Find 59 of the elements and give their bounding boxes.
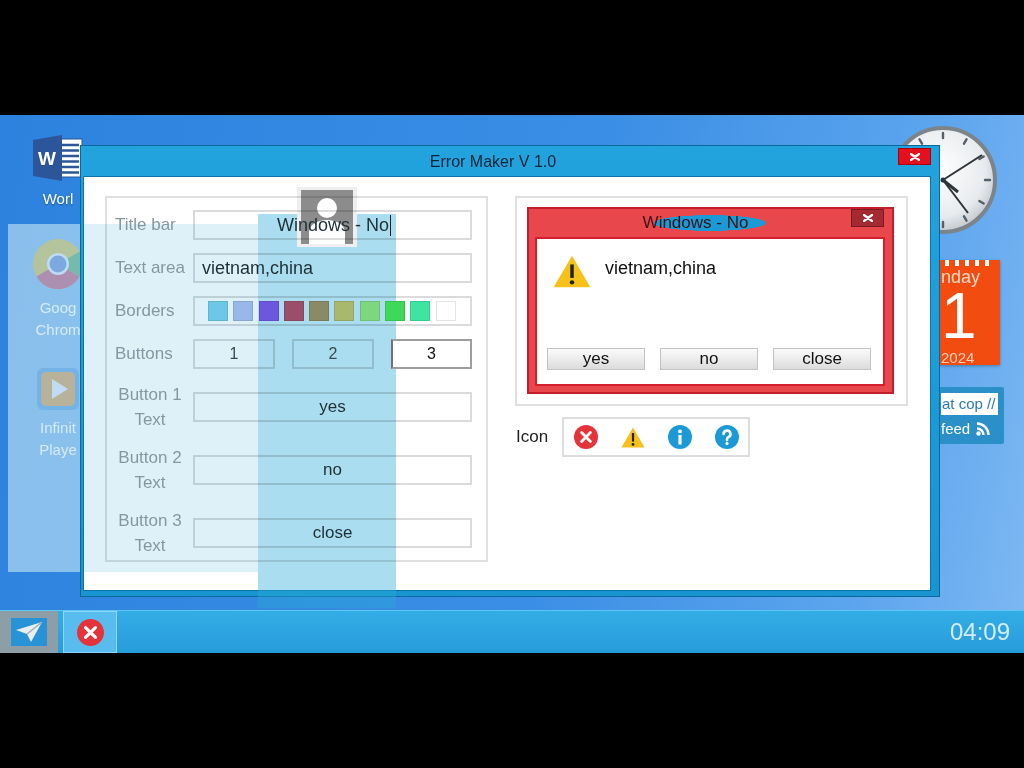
close-icon	[862, 214, 873, 222]
input-field[interactable]: no	[193, 455, 472, 485]
dialog-close-button[interactable]	[851, 209, 884, 227]
rss-icon	[976, 422, 991, 436]
warning-icon	[553, 255, 591, 288]
field-label: Text area	[115, 258, 186, 278]
color-swatch[interactable]	[233, 301, 254, 321]
dialog-message: vietnam,china	[605, 257, 717, 280]
field-label: Button 3 Text	[117, 510, 183, 557]
color-swatch[interactable]	[435, 301, 456, 321]
error-icon[interactable]	[574, 425, 598, 449]
desktop-icon-label: Worl	[42, 189, 74, 209]
option-button[interactable]: 3	[391, 339, 472, 369]
warning-icon[interactable]	[621, 426, 645, 448]
close-button[interactable]	[898, 148, 931, 165]
text-cursor	[390, 214, 391, 236]
input-field[interactable]: Windows - No	[193, 210, 472, 240]
option-button[interactable]: 2	[292, 339, 374, 369]
paper-plane-icon	[11, 618, 47, 646]
input-field[interactable]: close	[193, 518, 472, 548]
field-label: Button 2 Text	[117, 447, 183, 494]
calendar-date: 1	[941, 287, 977, 345]
option-button[interactable]: 1	[193, 339, 275, 369]
field-label: Button 1 Text	[117, 384, 183, 431]
play-icon[interactable]	[37, 368, 79, 410]
calendar-year: 2024	[941, 349, 975, 367]
taskbar-clock: 04:09	[949, 617, 1011, 647]
info-icon[interactable]	[668, 425, 692, 449]
dialog-button[interactable]: yes	[547, 348, 645, 370]
color-swatch[interactable]	[258, 301, 279, 321]
color-swatch[interactable]	[309, 301, 330, 321]
desktop-icon-label: Infinit	[40, 418, 76, 438]
desktop-icon-label: Playe	[39, 440, 77, 460]
calendar-day: nday	[941, 266, 981, 288]
input-field[interactable]: yes	[193, 392, 472, 422]
logo-letter: W	[38, 148, 56, 169]
taskbar-button[interactable]	[0, 611, 58, 653]
close-icon	[909, 152, 920, 161]
dialog-button[interactable]: close	[773, 348, 871, 370]
field-label: Title bar	[115, 215, 177, 235]
color-swatch[interactable]	[334, 301, 355, 321]
error-icon	[76, 618, 104, 646]
field-label: Borders	[115, 301, 176, 321]
feed-label: feed	[941, 420, 971, 438]
color-swatch[interactable]	[283, 301, 304, 321]
feed-headline[interactable]: at cop //	[941, 393, 999, 415]
window-title: Error Maker V 1.0	[429, 152, 557, 172]
color-swatch[interactable]	[359, 301, 380, 321]
desktop-icon-label: Chrom	[35, 320, 81, 340]
question-icon[interactable]	[715, 425, 739, 449]
color-swatch[interactable]	[410, 301, 431, 321]
desktop-icon-label: Goog	[39, 298, 77, 318]
input-field[interactable]: vietnam,china	[193, 253, 472, 283]
taskbar-button[interactable]	[63, 611, 117, 653]
field-label: Icon	[515, 427, 550, 447]
color-swatch[interactable]	[385, 301, 406, 321]
field-label: Buttons	[115, 344, 174, 364]
color-swatch[interactable]	[208, 301, 228, 321]
dialog-button[interactable]: no	[660, 348, 758, 370]
